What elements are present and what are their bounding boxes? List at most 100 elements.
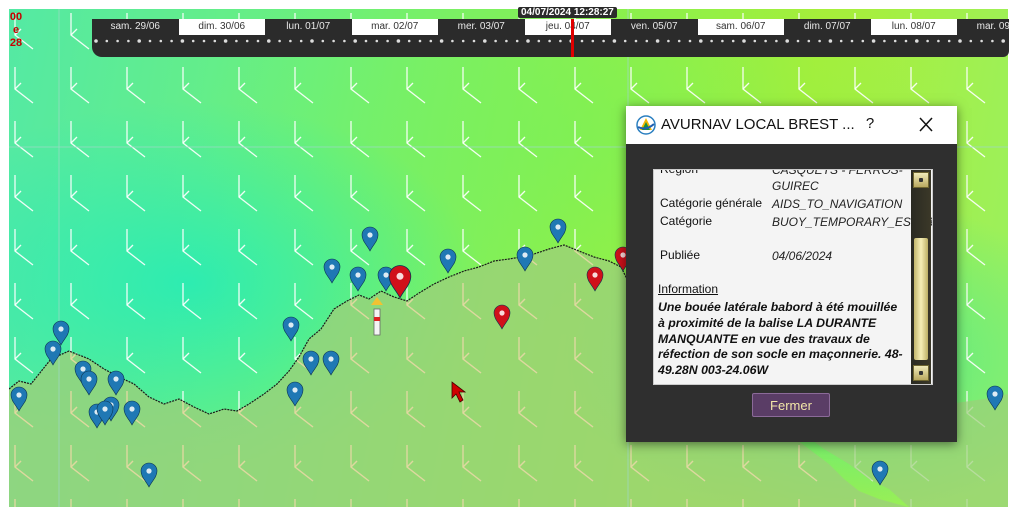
timeline-tick <box>310 39 314 43</box>
timeline-tick <box>235 39 238 43</box>
timeline-tick <box>299 39 303 43</box>
timeline-tick <box>850 39 854 43</box>
dialog-titlebar[interactable]: AVURNAV LOCAL BREST ... ? <box>626 106 957 144</box>
current-time-label: 04/07/2024 12:28:27 <box>518 7 617 18</box>
timeline-tick <box>688 39 692 43</box>
timeline-day[interactable]: dim. 07/07 <box>784 19 871 35</box>
timeline-tick <box>472 39 476 43</box>
left-readout: 00 e 28 <box>9 11 23 50</box>
timeline-day[interactable]: dim. 30/06 <box>178 19 265 35</box>
timeline-tick <box>170 39 173 43</box>
timeline-day[interactable]: sam. 06/07 <box>697 19 784 35</box>
timeline-tick <box>893 39 897 43</box>
timeline-tick <box>645 39 649 43</box>
timeline-cursor[interactable] <box>571 19 574 57</box>
timeline-tick <box>958 39 962 43</box>
timeline-tick <box>764 39 767 43</box>
timeline-tick <box>937 39 940 43</box>
timeline-tick <box>439 39 444 43</box>
timeline-tick <box>461 39 465 43</box>
timeline-tick <box>494 39 497 43</box>
timeline-tick <box>904 39 908 43</box>
timeline-tick <box>364 39 368 43</box>
field-label: Catégorie générale <box>660 196 763 210</box>
timeline-tick <box>926 39 929 43</box>
timeline-tick <box>256 39 260 43</box>
timeline-bar[interactable]: sam. 29/06 dim. 30/06 lun. 01/07 mar. 02/07… <box>92 19 1009 57</box>
timeline-tick <box>753 39 757 43</box>
timeline-tick <box>505 39 508 43</box>
timeline-tick <box>418 39 422 43</box>
field-label: Catégorie <box>660 214 713 228</box>
timeline-tick <box>386 39 389 43</box>
timeline-tick <box>818 39 821 43</box>
timeline-day[interactable]: mar. 02/07 <box>351 19 438 35</box>
timeline-tick <box>289 39 292 43</box>
dialog-title: AVURNAV LOCAL BREST ... <box>661 116 855 133</box>
timeline-tick <box>969 39 973 43</box>
field-label: Publiée <box>660 248 701 262</box>
timeline-tick <box>94 39 98 43</box>
timeline-day[interactable]: lun. 08/07 <box>870 19 957 35</box>
timeline-tick <box>947 39 951 43</box>
details-panel: Région CASQUETS - FERROS-GUIREC Catégori… <box>653 169 933 385</box>
timeline-tick <box>915 39 919 43</box>
close-icon[interactable] <box>913 113 939 137</box>
timeline-tick <box>602 39 605 43</box>
timeline-ticks <box>94 39 1005 43</box>
timeline-tick <box>612 39 617 43</box>
timeline-tick <box>213 39 217 43</box>
info-heading-row: Information <box>654 282 910 300</box>
timeline-day[interactable]: mer. 03/07 <box>438 19 525 35</box>
timeline-tick <box>127 39 130 43</box>
app-logo-icon <box>636 115 656 135</box>
timeline-tick <box>742 39 746 43</box>
timeline-tick <box>559 39 562 43</box>
avurnav-dialog: AVURNAV LOCAL BREST ... ? Région CASQUET… <box>626 106 957 442</box>
timeline-day[interactable]: lun. 01/07 <box>265 19 352 35</box>
timeline-tick <box>991 39 994 43</box>
timeline-tick <box>483 39 487 43</box>
timeline-tick <box>580 39 584 43</box>
scroll-up-button[interactable] <box>913 172 929 188</box>
timeline-tick <box>883 39 886 43</box>
timeline-tick <box>537 39 541 43</box>
timeline-tick <box>667 39 670 43</box>
info-heading: Information <box>658 282 719 296</box>
field-row: Région CASQUETS - FERROS-GUIREC <box>654 169 910 196</box>
timeline-day[interactable]: sam. 29/06 <box>92 19 179 35</box>
timeline-tick <box>980 39 983 43</box>
timeline-day[interactable]: ven. 05/07 <box>611 19 698 35</box>
timeline-tick <box>634 39 638 43</box>
timeline-tick <box>191 39 195 43</box>
timeline-tick <box>591 39 595 43</box>
timeline-tick <box>710 39 713 43</box>
timeline-tick <box>105 39 109 43</box>
scroll-thumb[interactable] <box>914 238 928 360</box>
timeline-tick <box>785 39 789 43</box>
timeline-tick <box>623 39 627 43</box>
timeline-day[interactable]: mar. 09/07 <box>957 19 1009 35</box>
details-content: Région CASQUETS - FERROS-GUIREC Catégori… <box>654 169 932 377</box>
info-text: Une bouée latérale babord à été mouillée… <box>658 300 903 378</box>
close-button[interactable]: Fermer <box>752 393 830 417</box>
timeline-tick <box>353 39 358 43</box>
timeline-tick <box>375 39 379 43</box>
field-label: Région <box>660 169 699 176</box>
details-scrollbar[interactable] <box>911 170 931 384</box>
timeline-tick <box>775 39 778 43</box>
timeline-tick <box>332 39 335 43</box>
timeline-tick <box>1001 39 1005 43</box>
timeline-day[interactable]: jeu. 04/07 <box>524 19 611 35</box>
timeline-tick <box>396 39 401 43</box>
scroll-down-button[interactable] <box>913 365 929 381</box>
timeline-tick <box>796 39 800 43</box>
timeline-tick <box>451 39 454 43</box>
timeline-tick <box>677 39 681 43</box>
timeline-tick <box>655 39 660 43</box>
help-button[interactable]: ? <box>862 115 878 135</box>
timeline-tick <box>245 39 249 43</box>
timeline-tick <box>839 39 843 43</box>
timeline-tick <box>267 39 271 43</box>
timeline-tick <box>159 39 163 43</box>
